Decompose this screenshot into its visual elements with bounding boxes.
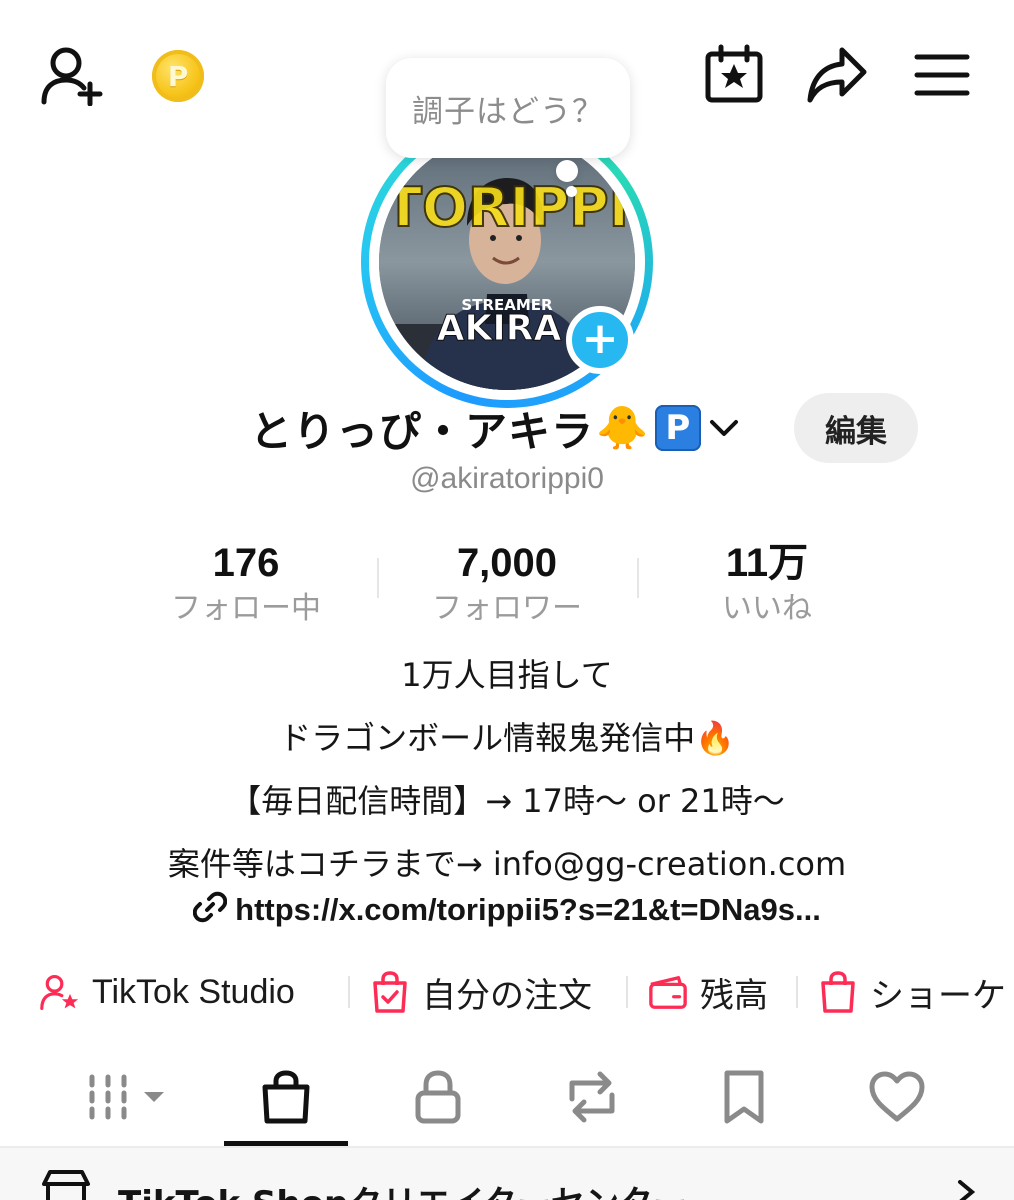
tab-saved[interactable] [718,1066,770,1128]
repost-icon [569,1071,615,1123]
stat-followers[interactable]: 7,000 フォロワー [387,538,627,628]
grid-filter-icon [89,1074,164,1120]
heart-icon [869,1071,925,1122]
add-story-button[interactable]: + [566,306,634,374]
shopping-bag-icon [262,1070,310,1124]
stat-label: フォロワー [432,591,582,626]
tab-private[interactable] [408,1066,468,1128]
shopping-bag-icon [818,971,858,1013]
store-icon [40,1170,92,1200]
bookmark-icon [724,1070,764,1124]
p-badge-icon: P [655,405,702,451]
link-icon [192,890,228,932]
chevron-down-icon[interactable] [709,418,739,438]
calendar-star-icon[interactable] [704,44,764,104]
display-name-row[interactable]: とりっぴ・アキラ 🐥 P [250,396,739,460]
svg-text:AKIRA: AKIRA [437,308,562,349]
person-star-icon [40,972,80,1012]
chevron-right-icon[interactable] [950,1180,980,1200]
username-handle: @akiratorippi0 [410,462,604,495]
stat-divider [377,558,379,598]
menu-icon[interactable] [914,52,970,98]
tool-label: 残高 [700,975,768,1016]
bio-line: 案件等はコチラまで→ info@gg-creation.com [167,845,847,883]
bio-line: 【毎日配信時間】→ 17時〜 or 21時〜 [229,782,785,820]
lock-icon [415,1070,461,1124]
stat-following[interactable]: 176 フォロー中 [126,538,366,628]
share-icon[interactable] [806,44,868,104]
tool-divider [348,976,350,1008]
display-name: とりっぴ・アキラ [250,406,595,456]
stat-label: いいね [722,591,812,626]
shop-center-label: TikTok Shopクリエイターセンター [118,1176,687,1200]
bio-line: ドラゴンボール情報鬼発信中🔥 [279,719,735,757]
stat-likes[interactable]: 11万 いいね [647,538,887,628]
tool-my-orders[interactable]: 自分の注文 [370,966,592,1018]
tab-reposts[interactable] [560,1066,624,1128]
status-bubble[interactable]: 調子はどう？ [386,58,630,158]
chick-emoji: 🐥 [596,403,650,452]
tool-divider [796,976,798,1008]
stat-value: 11万 [725,541,809,585]
stat-divider [637,558,639,598]
bio-line: 1万人目指して [401,656,613,694]
tool-divider [626,976,628,1008]
tab-videos-grid[interactable] [84,1066,168,1128]
wallet-icon [648,972,688,1012]
bubble-tail-dot-small [566,186,577,197]
tool-label: 自分の注文 [422,975,592,1016]
edit-profile-button[interactable]: 編集 [794,393,918,463]
bubble-tail-dot [556,160,578,182]
stat-value: 7,000 [456,541,558,585]
tool-label: ショーケ [870,975,1006,1016]
tool-tiktok-studio[interactable]: TikTok Studio [40,966,295,1018]
order-bag-icon [370,971,410,1013]
add-friend-icon[interactable] [40,44,106,106]
tab-liked[interactable] [866,1066,928,1128]
stat-label: フォロー中 [171,591,321,626]
avatar-banner-text: TORIPPI [385,176,629,239]
link-text: https://x.com/torippii5?s=21&t=DNa9s... [235,892,821,927]
tool-showcase[interactable]: ショーケ [818,966,1006,1018]
coin-icon[interactable]: P [152,50,204,102]
tool-label: TikTok Studio [92,972,295,1011]
tool-balance[interactable]: 残高 [648,966,768,1018]
bio-link[interactable]: https://x.com/torippii5?s=21&t=DNa9s... [0,890,1014,932]
stat-value: 176 [212,541,280,585]
tab-shop[interactable] [254,1066,318,1128]
